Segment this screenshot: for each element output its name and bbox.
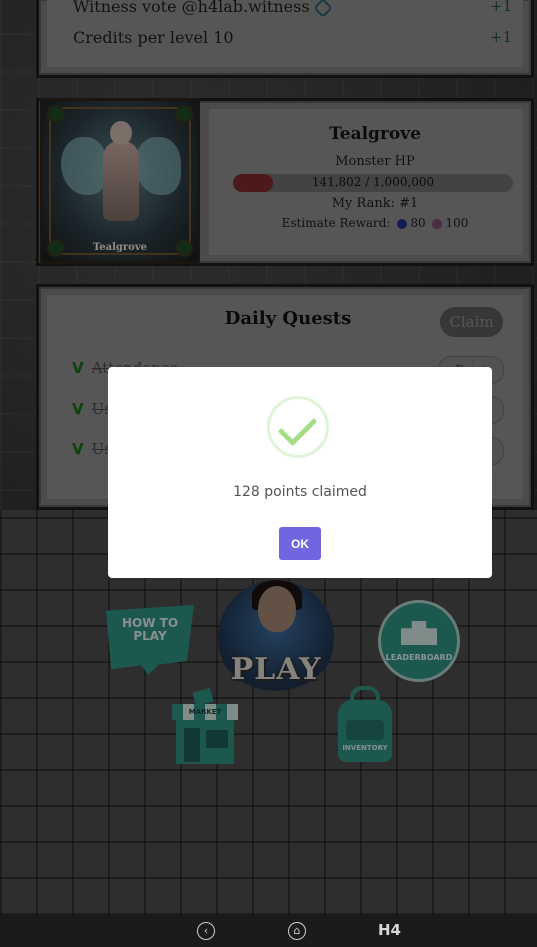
dialog-message: 128 points claimed [233, 484, 367, 500]
ok-button[interactable]: OK [279, 527, 321, 560]
h4-logo[interactable]: H4 [378, 921, 401, 939]
checkmark-icon [277, 406, 318, 447]
back-icon[interactable]: ‹ [197, 922, 215, 940]
bottom-navbar: ‹ ⌂ H4 [0, 916, 537, 947]
success-icon [267, 396, 329, 458]
home-icon[interactable]: ⌂ [288, 922, 306, 940]
success-dialog: 128 points claimed OK [108, 367, 492, 578]
